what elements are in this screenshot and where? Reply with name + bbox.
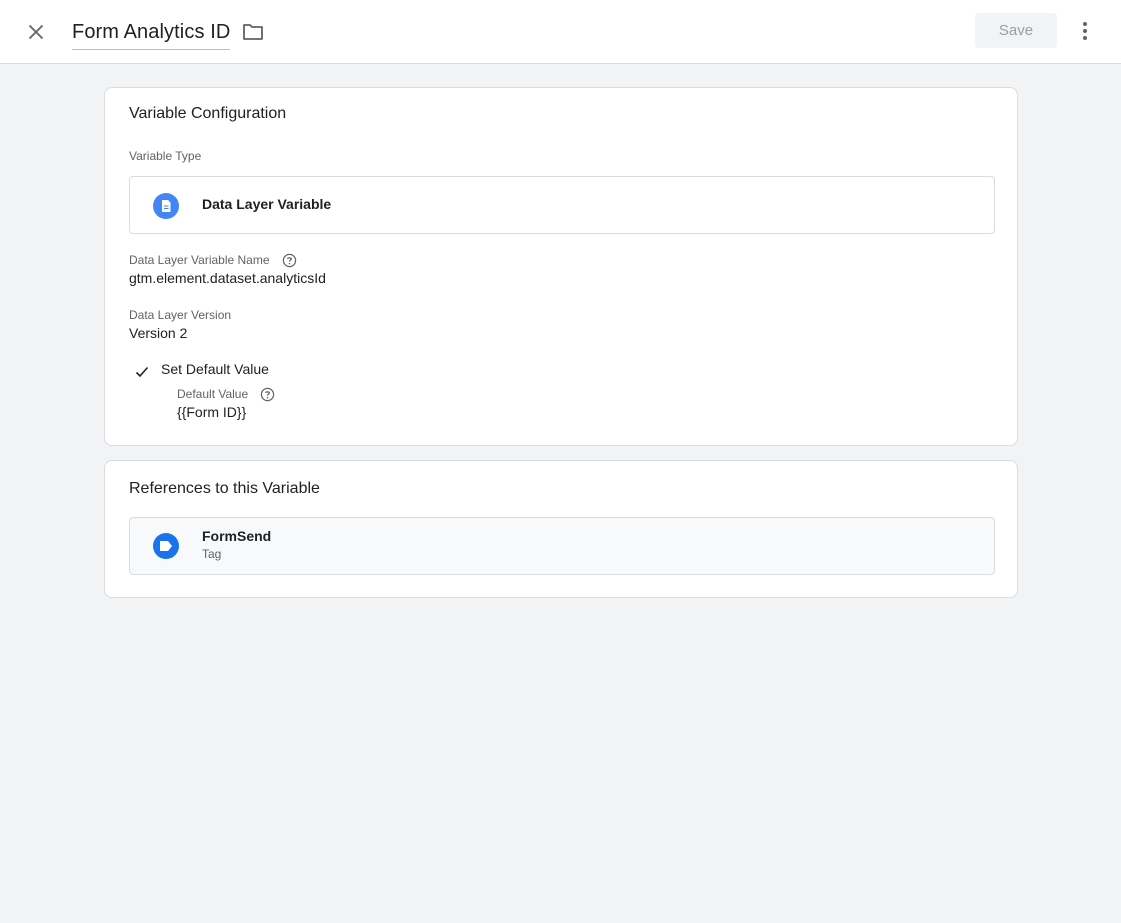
folder-button[interactable] — [240, 20, 266, 44]
folder-icon — [243, 24, 263, 40]
dlv-name-label: Data Layer Variable Name — [129, 253, 270, 267]
close-button[interactable] — [22, 18, 50, 46]
more-vert-icon — [1083, 22, 1087, 40]
variable-type-name: Data Layer Variable — [202, 196, 332, 212]
variable-type-selector[interactable]: Data Layer Variable — [129, 176, 995, 234]
set-default-value-label: Set Default Value — [161, 361, 269, 377]
check-icon — [133, 363, 151, 381]
default-value: {{Form ID}} — [177, 404, 247, 420]
default-value-label: Default Value — [177, 387, 249, 401]
document-icon — [153, 193, 179, 219]
title-field[interactable]: Form Analytics ID — [72, 18, 231, 50]
dl-version-value: Version 2 — [129, 325, 188, 341]
reference-item[interactable]: FormSend Tag — [129, 517, 995, 575]
save-button[interactable]: Save — [975, 13, 1057, 48]
card-title-references: References to this Variable — [129, 480, 320, 497]
tag-icon — [153, 533, 179, 559]
variable-type-label: Variable Type — [129, 149, 202, 163]
page-title: Form Analytics ID — [72, 21, 231, 43]
close-icon — [28, 24, 44, 40]
reference-type: Tag — [202, 547, 222, 561]
card-title-variable-configuration: Variable Configuration — [129, 105, 287, 122]
references-card: References to this Variable FormSend Tag — [104, 460, 1018, 598]
dl-version-label: Data Layer Version — [129, 308, 232, 322]
variable-configuration-card[interactable]: Variable Configuration Variable Type Dat… — [104, 87, 1018, 446]
help-icon[interactable] — [281, 252, 297, 268]
top-app-bar: Form Analytics ID Save — [0, 0, 1121, 64]
help-icon[interactable] — [259, 386, 275, 402]
more-options-button[interactable] — [1072, 17, 1098, 45]
dlv-name-value: gtm.element.dataset.analyticsId — [129, 270, 326, 286]
reference-name: FormSend — [202, 528, 272, 544]
